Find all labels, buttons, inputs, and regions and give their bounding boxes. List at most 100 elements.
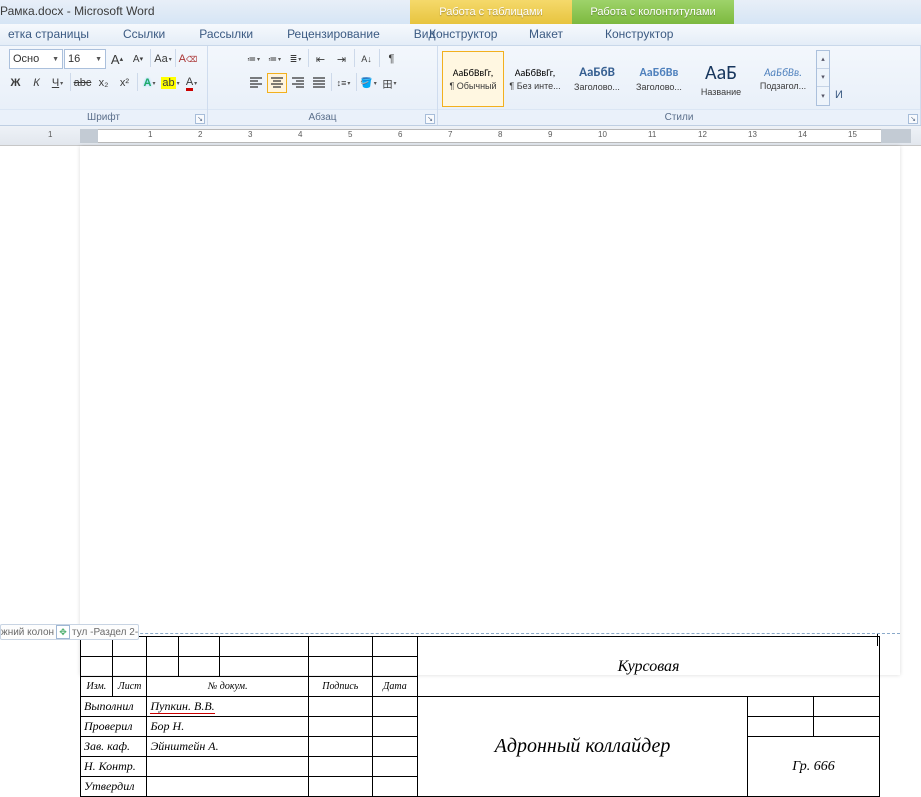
style-name: Заголово... [636, 82, 682, 92]
group-font-label: Шрифт↘ [0, 109, 207, 125]
ruler-tick: 1 [148, 130, 152, 139]
style-preview: АаБбВв [640, 66, 679, 80]
font-color-button[interactable]: A▾ [182, 73, 202, 93]
tab-table-layout[interactable]: Макет [521, 24, 571, 45]
group-font: Осно▼ 16▼ A▴ A▾ Aa▾ A⌫ Ж К Ч▾ abc x₂ x² … [0, 46, 208, 125]
ruler-tick: 6 [398, 130, 402, 139]
ruler-tick: 1 [48, 130, 52, 139]
context-tab-tables[interactable]: Работа с таблицами [410, 0, 572, 24]
tab-references[interactable]: Ссылки [115, 24, 173, 45]
ruler-tick: 5 [348, 130, 352, 139]
ruler-tick: 12 [698, 130, 707, 139]
ruler-tick: 3 [248, 130, 252, 139]
row-role-3[interactable]: Н. Контр. [81, 757, 147, 777]
style-gallery[interactable]: АаБбВвГг,¶ ОбычныйАаБбВвГг,¶ Без инте...… [442, 49, 814, 107]
shrink-font-button[interactable]: A▾ [128, 49, 148, 69]
superscript-button[interactable]: x² [115, 73, 135, 93]
row-role-4[interactable]: Утвердил [81, 777, 147, 797]
style-item-0[interactable]: АаБбВвГг,¶ Обычный [442, 51, 504, 107]
tab-pagelayout[interactable]: етка страницы [0, 24, 97, 45]
subscript-button[interactable]: x₂ [94, 73, 114, 93]
borders-button[interactable]: 田▾ [380, 73, 400, 93]
style-item-2[interactable]: АаБбВЗаголово... [566, 51, 628, 107]
ruler-tick: 7 [448, 130, 452, 139]
footer-section-tag[interactable]: жний колон ✥ тул -Раздел 2- [0, 624, 139, 640]
style-item-4[interactable]: АаБНазвание [690, 51, 752, 107]
context-tab-headers[interactable]: Работа с колонтитулами [572, 0, 734, 24]
style-item-3[interactable]: АаБбВв Заголово... [628, 51, 690, 107]
ruler-tick: 14 [798, 130, 807, 139]
title-block-table[interactable]: Курсовая Изм. Лист № докум. Подпись Дата… [80, 636, 880, 797]
highlight-button[interactable]: ab▾ [161, 73, 181, 93]
ruler-tick: 4 [298, 130, 302, 139]
hdr-sign[interactable]: Подпись [308, 677, 372, 697]
row-name-3[interactable] [147, 757, 309, 777]
footer-boundary [80, 633, 900, 634]
row-role-1[interactable]: Проверил [81, 717, 147, 737]
page[interactable] [80, 146, 900, 675]
italic-button[interactable]: К [27, 73, 47, 93]
tab-header-design[interactable]: Конструктор [597, 24, 681, 45]
line-spacing-button[interactable]: ↕≡▾ [334, 73, 354, 93]
show-marks-button[interactable]: ¶ [382, 49, 402, 69]
row-role-2[interactable]: Зав. каф. [81, 737, 147, 757]
cell-group[interactable]: Гр. 666 [747, 737, 879, 797]
bold-button[interactable]: Ж [6, 73, 26, 93]
shading-button[interactable]: 🪣▾ [359, 73, 379, 93]
gallery-scroll[interactable]: ▴▾▾ [816, 50, 830, 106]
grow-font-button[interactable]: A▴ [107, 49, 127, 69]
strike-button[interactable]: abc [73, 73, 93, 93]
increase-indent-button[interactable]: ⇥ [332, 49, 352, 69]
hdr-doc[interactable]: № докум. [147, 677, 309, 697]
bullets-button[interactable]: ≔▾ [244, 49, 264, 69]
styles-launcher[interactable]: ↘ [908, 114, 918, 124]
ruler-tick: 11 [648, 130, 656, 139]
row-role-0[interactable]: Выполнил [81, 697, 147, 717]
hdr-list[interactable]: Лист [112, 677, 147, 697]
style-item-1[interactable]: АаБбВвГг,¶ Без инте... [504, 51, 566, 107]
change-case-button[interactable]: Aa▾ [153, 49, 173, 69]
footer-tag-left: жний колон [1, 627, 54, 638]
numbering-button[interactable]: ≔▾ [265, 49, 285, 69]
ruler-tick: 10 [598, 130, 607, 139]
sort-button[interactable]: A↓ [357, 49, 377, 69]
row-name-4[interactable] [147, 777, 309, 797]
tab-review[interactable]: Рецензирование [279, 24, 388, 45]
clear-format-button[interactable]: A⌫ [178, 49, 198, 69]
align-right-button[interactable] [288, 73, 308, 93]
row-name-2[interactable]: Эйнштейн А. [147, 737, 309, 757]
hdr-izm[interactable]: Изм. [81, 677, 113, 697]
font-name-value: Осно [13, 53, 39, 65]
align-justify-button[interactable] [309, 73, 329, 93]
change-styles-button[interactable]: И [832, 55, 846, 101]
style-name: Подзагол... [760, 81, 806, 91]
hdr-date[interactable]: Дата [372, 677, 417, 697]
font-size-combo[interactable]: 16▼ [64, 49, 106, 69]
move-handle-icon[interactable]: ✥ [56, 625, 70, 639]
cell-title[interactable]: Адронный коллайдер [418, 697, 748, 797]
cell-course[interactable]: Курсовая [418, 637, 880, 697]
underline-button[interactable]: Ч▾ [48, 73, 68, 93]
footer-tag-right: тул -Раздел 2- [72, 627, 138, 638]
style-preview: АаБбВв. [764, 66, 802, 79]
text-effects-button[interactable]: A▾ [140, 73, 160, 93]
tab-table-design[interactable]: Конструктор [421, 24, 505, 45]
horizontal-ruler[interactable]: 1123456789101112131415 [0, 126, 921, 146]
tab-mailings[interactable]: Рассылки [191, 24, 261, 45]
align-left-button[interactable] [246, 73, 266, 93]
document-area[interactable]: жний колон ✥ тул -Раздел 2- Курсовая Изм… [0, 146, 921, 675]
align-center-button[interactable] [267, 73, 287, 93]
multilevel-button[interactable]: ≣▾ [286, 49, 306, 69]
font-name-combo[interactable]: Осно▼ [9, 49, 63, 69]
paragraph-launcher[interactable]: ↘ [425, 114, 435, 124]
style-item-5[interactable]: АаБбВв. Подзагол... [752, 51, 814, 107]
text-cursor [877, 634, 885, 646]
style-name: Название [701, 87, 741, 97]
style-name: ¶ Обычный [449, 81, 496, 91]
row-name-0[interactable]: Пупкин. В.В. [147, 697, 309, 717]
row-name-1[interactable]: Бор Н. [147, 717, 309, 737]
decrease-indent-button[interactable]: ⇤ [311, 49, 331, 69]
style-preview: АаБбВвГг, [515, 66, 556, 79]
font-launcher[interactable]: ↘ [195, 114, 205, 124]
titlebar: Рамка.docx - Microsoft Word Работа с таб… [0, 0, 921, 24]
